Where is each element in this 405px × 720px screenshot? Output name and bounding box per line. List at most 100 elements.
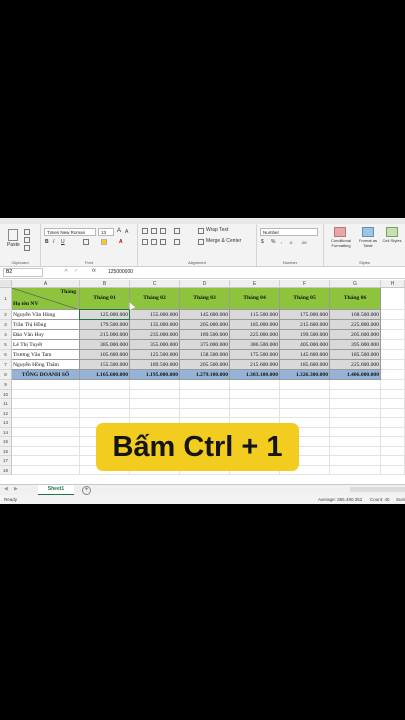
empty-cell[interactable] [80, 380, 130, 390]
column-header[interactable]: C [130, 280, 180, 288]
empty-cell[interactable] [330, 437, 381, 447]
empty-cell[interactable] [12, 389, 80, 399]
empty-cell[interactable] [330, 399, 381, 409]
cut-icon[interactable] [24, 229, 30, 235]
empty-cell[interactable] [381, 418, 405, 428]
row-header[interactable]: 5 [0, 340, 12, 350]
total-value-cell[interactable]: 1.406.000.000 [330, 370, 381, 380]
format-as-table-icon[interactable] [362, 227, 374, 237]
empty-cell[interactable] [330, 456, 381, 466]
prev-sheet-icon[interactable]: ◀ [4, 486, 8, 493]
sales-value-cell[interactable]: 158.500.000 [180, 350, 230, 360]
sales-value-cell[interactable]: 355.000.000 [130, 340, 180, 350]
sales-value-cell[interactable]: 189.500.000 [130, 360, 180, 370]
empty-cell[interactable] [130, 380, 180, 390]
sales-value-cell[interactable]: 155.000.000 [130, 310, 180, 320]
empty-cell[interactable] [381, 350, 405, 360]
decrease-decimal-icon[interactable]: .00 [301, 239, 307, 246]
sales-value-cell[interactable]: 189.500.000 [180, 330, 230, 340]
empty-cell[interactable] [381, 288, 405, 310]
sales-value-cell[interactable]: 115.500.000 [230, 310, 280, 320]
month-header-cell[interactable]: Tháng 05 [280, 288, 330, 310]
empty-cell[interactable] [381, 427, 405, 437]
sales-value-cell[interactable]: 205.600.000 [330, 330, 381, 340]
column-header[interactable]: E [230, 280, 280, 288]
empty-cell[interactable] [12, 465, 80, 475]
empty-cell[interactable] [381, 465, 405, 475]
month-header-cell[interactable]: Tháng 03 [180, 288, 230, 310]
align-left-icon[interactable] [142, 239, 148, 245]
empty-cell[interactable] [330, 427, 381, 437]
currency-icon[interactable]: $ [261, 239, 264, 246]
row-header[interactable]: 14 [0, 427, 12, 437]
employee-name-cell[interactable]: Nguyễn Hồng Thắm [12, 360, 80, 370]
row-header[interactable]: 13 [0, 418, 12, 428]
bold-icon[interactable]: B [45, 239, 49, 246]
empty-cell[interactable] [130, 389, 180, 399]
total-value-cell[interactable]: 1.326.300.000 [280, 370, 330, 380]
month-header-cell[interactable]: Tháng 01 [80, 288, 130, 310]
month-header-cell[interactable]: Tháng 04 [230, 288, 280, 310]
format-painter-icon[interactable] [24, 245, 30, 251]
column-header[interactable]: F [280, 280, 330, 288]
horizontal-scrollbar[interactable] [350, 487, 405, 492]
column-header[interactable]: A [12, 280, 80, 288]
row-header[interactable]: 1 [0, 288, 12, 310]
row-header[interactable]: 17 [0, 456, 12, 466]
italic-icon[interactable]: I [53, 239, 54, 246]
empty-cell[interactable] [12, 418, 80, 428]
sales-value-cell[interactable]: 235.000.000 [130, 330, 180, 340]
row-header[interactable]: 16 [0, 446, 12, 456]
employee-name-cell[interactable]: Đào Văn Huy [12, 330, 80, 340]
sales-value-cell[interactable]: 185.600.000 [280, 360, 330, 370]
indent-icon[interactable] [174, 239, 180, 245]
row-header[interactable]: 9 [0, 380, 12, 390]
empty-cell[interactable] [180, 399, 230, 409]
sales-value-cell[interactable]: 125.500.000 [130, 350, 180, 360]
empty-cell[interactable] [381, 389, 405, 399]
empty-cell[interactable] [330, 380, 381, 390]
sales-value-cell[interactable]: 185.500.000 [330, 350, 381, 360]
sales-value-cell[interactable]: 205.000.000 [180, 320, 230, 330]
sales-value-cell[interactable]: 405.000.000 [280, 340, 330, 350]
sales-value-cell[interactable]: 395.000.000 [330, 340, 381, 350]
sales-value-cell[interactable]: 135.000.000 [130, 320, 180, 330]
wrap-text-icon[interactable] [198, 228, 204, 234]
total-value-cell[interactable]: 1.279.100.000 [180, 370, 230, 380]
sales-value-cell[interactable]: 155.500.000 [80, 360, 130, 370]
font-name-dropdown[interactable]: Times New Roman [44, 228, 96, 236]
paste-button[interactable]: Paste [7, 242, 20, 249]
merge-center-icon[interactable] [198, 239, 204, 245]
empty-cell[interactable] [12, 399, 80, 409]
cell-styles-icon[interactable] [386, 227, 398, 237]
corner-header-cell[interactable]: Tháng Họ tên NV [12, 288, 80, 310]
empty-cell[interactable] [330, 418, 381, 428]
total-value-cell[interactable]: 1.303.100.000 [230, 370, 280, 380]
sales-value-cell[interactable]: 205.500.000 [180, 360, 230, 370]
empty-cell[interactable] [80, 389, 130, 399]
empty-cell[interactable] [12, 380, 80, 390]
fx-label[interactable]: fx [92, 268, 96, 274]
column-header[interactable]: H [381, 280, 405, 288]
sales-value-cell[interactable]: 225.600.000 [330, 360, 381, 370]
empty-cell[interactable] [330, 389, 381, 399]
total-value-cell[interactable]: 1.195.000.000 [130, 370, 180, 380]
formula-input[interactable]: 125000000 [108, 269, 133, 275]
row-header[interactable]: 3 [0, 320, 12, 330]
empty-cell[interactable] [381, 399, 405, 409]
fill-color-icon[interactable] [101, 239, 107, 245]
column-header[interactable]: G [330, 280, 381, 288]
cancel-icon[interactable]: ✕ [64, 268, 68, 275]
name-box[interactable]: B2 [3, 268, 43, 277]
format-as-table-button[interactable]: Format as Table [356, 238, 380, 248]
row-header[interactable]: 7 [0, 360, 12, 370]
empty-cell[interactable] [12, 408, 80, 418]
cell-styles-button[interactable]: Cell Styles [382, 238, 402, 243]
row-header[interactable]: 15 [0, 437, 12, 447]
empty-cell[interactable] [130, 399, 180, 409]
empty-cell[interactable] [330, 465, 381, 475]
sales-value-cell[interactable]: 105.600.000 [80, 350, 130, 360]
empty-cell[interactable] [330, 408, 381, 418]
empty-cell[interactable] [12, 427, 80, 437]
empty-cell[interactable] [381, 380, 405, 390]
